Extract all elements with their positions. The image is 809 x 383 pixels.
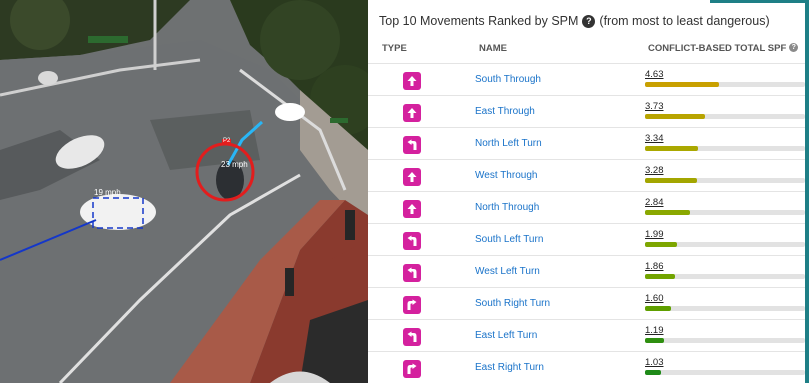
spf-value: 1.03 [645, 357, 664, 368]
spf-value: 1.60 [645, 293, 664, 304]
arrow-turn-left-icon [403, 328, 421, 346]
spf-bar-track [645, 242, 805, 247]
table-row[interactable]: East Right Turn 1.03 [368, 351, 805, 383]
spf-bar-fill [645, 370, 662, 375]
speed-label-side: 23 mph [221, 160, 248, 169]
help-icon[interactable]: ? [582, 14, 596, 28]
movement-name-link[interactable]: South Left Turn [475, 234, 543, 245]
spf-bar-fill [645, 274, 675, 279]
arrow-up-icon [403, 104, 421, 122]
arrow-turn-left-icon [403, 264, 421, 282]
arrow-turn-left-icon [403, 136, 421, 154]
spf-value: 3.28 [645, 165, 664, 176]
table-row[interactable]: South Through 4.63 [368, 63, 805, 96]
panel-title-suffix: (from most to least dangerous) [599, 14, 770, 28]
arrow-up-icon [403, 72, 421, 90]
table-row[interactable]: South Left Turn 1.99 [368, 223, 805, 256]
spf-bar-track [645, 306, 805, 311]
movement-ranking-panel: Top 10 Movements Ranked by SPM ? (from m… [368, 0, 809, 383]
table-row[interactable]: North Through 2.84 [368, 191, 805, 224]
spf-bar-track [645, 146, 805, 151]
spf-value: 2.84 [645, 197, 664, 208]
movement-name-link[interactable]: East Through [475, 106, 535, 117]
spf-bar-track [645, 370, 805, 375]
movement-name-link[interactable]: South Through [475, 74, 541, 85]
arrow-up-icon [403, 200, 421, 218]
spf-bar-track [645, 114, 805, 119]
spf-help-icon[interactable]: ? [789, 42, 799, 52]
table-row[interactable]: South Right Turn 1.60 [368, 287, 805, 320]
column-header-spf-label: CONFLICT-BASED TOTAL SPF [648, 43, 787, 54]
spf-bar-fill [645, 146, 699, 151]
movement-name-link[interactable]: North Left Turn [475, 138, 542, 149]
panel-title: Top 10 Movements Ranked by SPM ? (from m… [379, 12, 770, 30]
spf-bar-fill [645, 306, 671, 311]
spf-bar-fill [645, 242, 677, 247]
table-row[interactable]: West Through 3.28 [368, 159, 805, 192]
spf-value: 4.63 [645, 69, 664, 80]
spf-value: 1.99 [645, 229, 664, 240]
conflict-tag: P2 [223, 138, 231, 144]
movement-name-link[interactable]: East Right Turn [475, 362, 544, 373]
arrow-up-icon [403, 168, 421, 186]
movement-name-link[interactable]: East Left Turn [475, 330, 537, 341]
movement-name-link[interactable]: South Right Turn [475, 298, 550, 309]
table-row[interactable]: East Through 3.73 [368, 95, 805, 128]
arrow-turn-right-icon [403, 360, 421, 378]
scrollbar[interactable] [805, 3, 809, 383]
table-row[interactable]: East Left Turn 1.19 [368, 319, 805, 352]
spf-bar-track [645, 82, 805, 87]
table-header: TYPE NAME CONFLICT-BASED TOTAL SPF? [368, 40, 809, 60]
camera-feed: 19 mph 23 mph P2 [0, 0, 368, 383]
column-header-name[interactable]: NAME [479, 43, 507, 54]
spf-bar-track [645, 274, 805, 279]
spf-bar-fill [645, 178, 698, 183]
arrow-turn-left-icon [403, 232, 421, 250]
table-row[interactable]: West Left Turn 1.86 [368, 255, 805, 288]
arrow-turn-right-icon [403, 296, 421, 314]
spf-value: 1.19 [645, 325, 664, 336]
movement-name-link[interactable]: West Left Turn [475, 266, 540, 277]
spf-value: 1.86 [645, 261, 664, 272]
speed-label-main: 19 mph [94, 188, 121, 197]
spf-value: 3.73 [645, 101, 664, 112]
table-row[interactable]: North Left Turn 3.34 [368, 127, 805, 160]
column-header-spf[interactable]: CONFLICT-BASED TOTAL SPF? [648, 42, 802, 54]
spf-bar-track [645, 178, 805, 183]
spf-bar-fill [645, 210, 691, 215]
movement-name-link[interactable]: North Through [475, 202, 539, 213]
top-accent-bar [710, 0, 809, 3]
movement-name-link[interactable]: West Through [475, 170, 537, 181]
panel-title-text: Top 10 Movements Ranked by SPM [379, 14, 579, 28]
spf-value: 3.34 [645, 133, 664, 144]
spf-bar-track [645, 338, 805, 343]
column-header-type[interactable]: TYPE [382, 43, 407, 54]
spf-bar-track [645, 210, 805, 215]
spf-bar-fill [645, 114, 705, 119]
intersection-scene [0, 0, 368, 383]
spf-bar-fill [645, 82, 720, 87]
spf-bar-fill [645, 338, 665, 343]
